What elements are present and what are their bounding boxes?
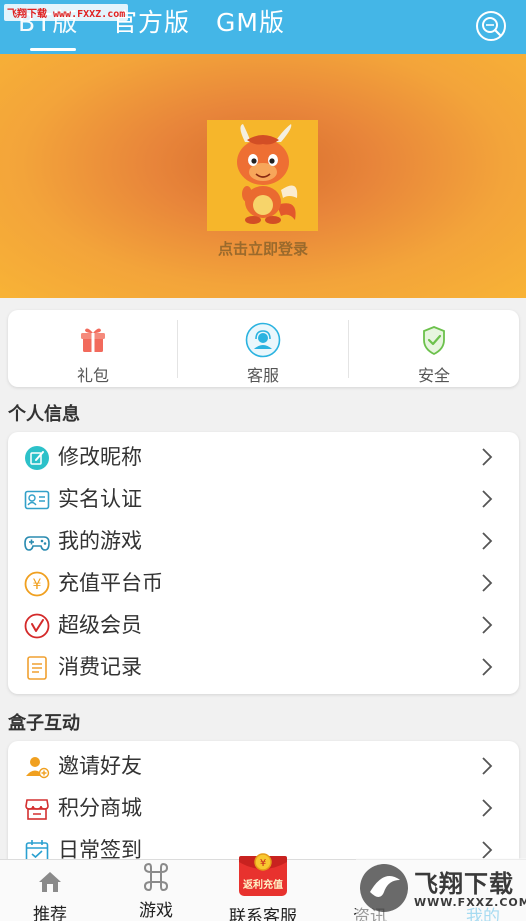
nav-label: 推荐 — [33, 905, 67, 921]
dragon-mascot-icon — [207, 120, 318, 231]
menu-label: 积分商城 — [58, 796, 142, 820]
nav-games[interactable]: 游戏 — [106, 860, 206, 921]
chevron-right-icon — [482, 841, 493, 859]
menu-label: 充值平台币 — [58, 571, 163, 595]
chevron-right-icon — [482, 658, 493, 676]
menu-recharge-coin[interactable]: ¥ 充值平台币 — [8, 562, 519, 604]
home-icon — [39, 872, 61, 892]
profile-banner: 点击立即登录 — [0, 54, 526, 298]
svg-text:¥: ¥ — [33, 577, 42, 593]
store-icon — [25, 799, 49, 820]
menu-edit-nickname[interactable]: 修改昵称 — [8, 436, 519, 478]
menu-my-games[interactable]: 我的游戏 — [8, 520, 519, 562]
quick-gift[interactable]: 礼包 — [8, 310, 178, 387]
menu-real-name-auth[interactable]: 实名认证 — [8, 478, 519, 520]
receipt-icon — [27, 656, 47, 680]
svg-text:¥: ¥ — [260, 858, 266, 869]
top-tab-bar: BT版 官方版 GM版 飞翔下载 www.FXXZ.com — [0, 0, 526, 54]
personal-info-title: 个人信息 — [8, 404, 80, 425]
id-card-icon — [24, 490, 50, 510]
search-button[interactable] — [474, 9, 508, 43]
menu-invite-friends[interactable]: 邀请好友 — [8, 745, 519, 787]
invite-user-icon — [26, 757, 50, 779]
quick-security[interactable]: 安全 — [349, 310, 519, 387]
chevron-right-icon — [482, 574, 493, 592]
login-prompt[interactable]: 点击立即登录 — [0, 238, 526, 259]
gift-icon — [81, 328, 105, 352]
vip-icon — [24, 613, 50, 639]
personal-info-list: 修改昵称 实名认证 我的游戏 ¥ 充值平台币 超级会员 消费记录 — [8, 432, 519, 694]
rebate-badge-text: 返利充值 — [243, 880, 283, 891]
menu-label: 邀请好友 — [58, 754, 142, 778]
command-icon — [143, 862, 169, 892]
chevron-right-icon — [482, 757, 493, 775]
nav-label: 游戏 — [139, 901, 173, 921]
watermark-logo: 飞翔下载 WWW.FXXZ.COM — [356, 858, 526, 921]
avatar[interactable] — [207, 120, 318, 231]
gamepad-icon — [24, 536, 50, 551]
edit-icon — [25, 446, 49, 470]
active-tab-indicator — [30, 48, 76, 51]
menu-label: 超级会员 — [58, 613, 142, 637]
shield-check-icon — [423, 326, 445, 356]
site-watermark: 飞翔下载 www.FXXZ.com — [4, 4, 129, 21]
nav-label: 联系客服 — [229, 907, 297, 921]
chevron-right-icon — [482, 532, 493, 550]
quick-actions-card: 礼包 客服 安全 — [8, 310, 519, 387]
watermark-url: WWW.FXXZ.COM — [414, 896, 526, 909]
watermark-title: 飞翔下载 — [414, 870, 514, 898]
yen-coin-icon: ¥ — [24, 571, 50, 597]
menu-label: 我的游戏 — [58, 529, 142, 553]
menu-super-vip[interactable]: 超级会员 — [8, 604, 519, 646]
chevron-right-icon — [482, 616, 493, 634]
quick-customer-service-label: 客服 — [246, 366, 279, 385]
box-interaction-title: 盒子互动 — [8, 713, 80, 734]
menu-points-mall[interactable]: 积分商城 — [8, 787, 519, 829]
menu-label: 修改昵称 — [58, 445, 142, 469]
customer-service-icon — [245, 322, 281, 358]
quick-customer-service[interactable]: 客服 — [178, 310, 348, 387]
search-icon — [476, 11, 506, 41]
quick-security-label: 安全 — [417, 366, 450, 385]
chevron-right-icon — [482, 490, 493, 508]
menu-consumption-records[interactable]: 消费记录 — [8, 646, 519, 688]
chevron-right-icon — [482, 448, 493, 466]
quick-gift-label: 礼包 — [76, 366, 109, 385]
menu-label: 实名认证 — [58, 487, 142, 511]
menu-label: 消费记录 — [58, 655, 142, 679]
chevron-right-icon — [482, 799, 493, 817]
rebate-recharge-badge[interactable]: ¥ 返利充值 — [236, 848, 290, 898]
nav-recommend[interactable]: 推荐 — [0, 860, 100, 921]
tab-gm[interactable]: GM版 — [216, 4, 285, 42]
